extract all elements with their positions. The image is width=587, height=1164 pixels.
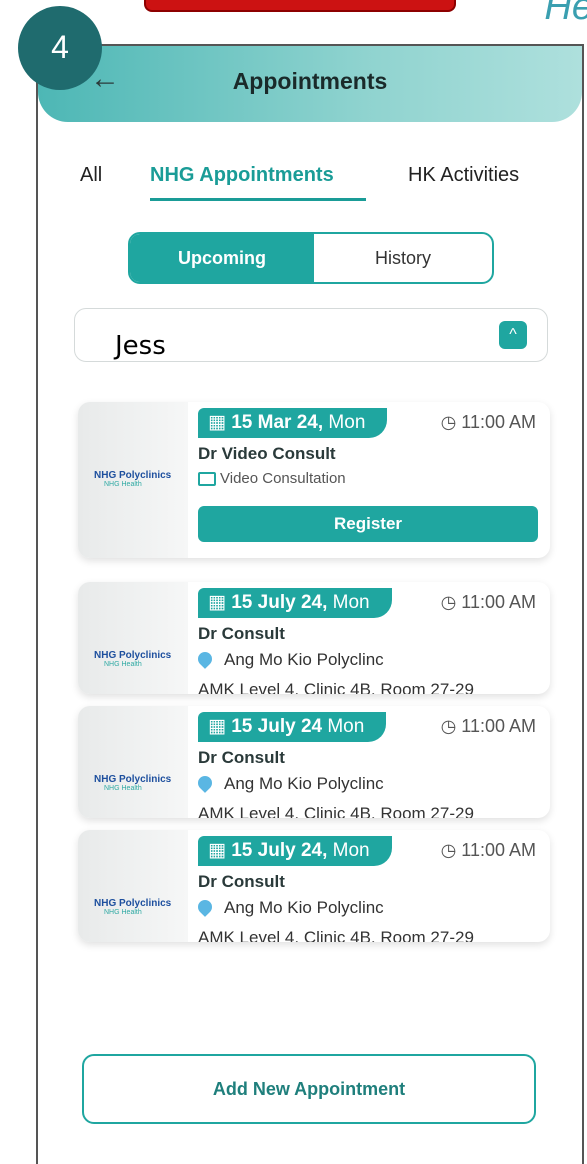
segment-history[interactable]: History [314, 234, 492, 282]
register-button[interactable]: Register [198, 506, 538, 542]
appt-title: Dr Consult [198, 872, 285, 891]
tab-nhg-appointments[interactable]: NHG Appointments [150, 164, 334, 187]
chevron-up-icon[interactable]: ^ [499, 321, 527, 349]
logo-sub: NHG Health [104, 481, 142, 488]
card-logo-panel: NHG Polyclinics NHG Health [78, 402, 188, 558]
time-text: 11:00 AM [461, 592, 536, 612]
time-text: 11:00 AM [461, 840, 536, 860]
appt-date: 15 Mar 24, [231, 412, 324, 433]
card-logo-panel: NHG Polyclinics NHG Health [78, 830, 188, 942]
step-badge: 4 [18, 6, 102, 90]
phone-screen: ← Appointments All NHG Appointments HK A… [36, 44, 584, 1164]
date-pill: ▦ 15 July 24 Mon [198, 712, 387, 742]
appt-room: AMK Level 4, Clinic 4B, Room 27-29 [198, 680, 474, 694]
top-red-tab [144, 0, 456, 12]
segment-upcoming[interactable]: Upcoming [130, 234, 314, 282]
date-pill: ▦ 15 July 24, Mon [198, 836, 392, 866]
card-logo-panel: NHG Polyclinics NHG Health [78, 706, 188, 818]
appt-title: Dr Consult [198, 748, 285, 767]
tab-all[interactable]: All [80, 164, 102, 187]
appt-mode: Video Consultation [198, 470, 346, 487]
appt-date: 15 July 24, [231, 592, 328, 613]
appt-title: Dr Video Consult [198, 444, 336, 463]
appointment-card[interactable]: NHG Polyclinics NHG Health ▦ 15 July 24, … [78, 830, 550, 942]
logo-name: NHG Polyclinics [94, 470, 172, 481]
appt-day: Mon [328, 412, 366, 433]
logo-name: NHG Polyclinics [94, 898, 172, 909]
logo-name: NHG Polyclinics [94, 774, 172, 785]
active-tab-underline [150, 198, 366, 201]
time-text: 11:00 AM [461, 412, 536, 432]
appt-day: Mon [332, 840, 370, 861]
nhg-logo: NHG Polyclinics NHG Health [94, 650, 171, 668]
video-camera-icon [198, 472, 216, 487]
mode-text: Video Consultation [220, 470, 346, 487]
upcoming-history-toggle: Upcoming History [128, 232, 494, 284]
logo-name: NHG Polyclinics [94, 650, 172, 661]
date-pill: ▦ 15 Mar 24, Mon [198, 408, 388, 438]
card-logo-panel: NHG Polyclinics NHG Health [78, 582, 188, 694]
location-pin-icon [195, 773, 215, 793]
patient-dropdown[interactable]: Jess ^ [74, 308, 548, 362]
appt-time: ◷ 11:00 AM [440, 592, 536, 612]
nhg-logo: NHG Polyclinics NHG Health [94, 470, 171, 488]
appt-title: Dr Consult [198, 624, 285, 643]
appt-time: ◷ 11:00 AM [440, 412, 536, 432]
appt-time: ◷ 11:00 AM [440, 716, 536, 736]
appointment-card[interactable]: NHG Polyclinics NHG Health ▦ 15 July 24, … [78, 582, 550, 694]
dropdown-value: Jess [115, 331, 166, 361]
tab-hk-activities[interactable]: HK Activities [408, 164, 519, 187]
appt-location: Ang Mo Kio Polyclinc [224, 650, 384, 669]
appt-day: Mon [332, 592, 370, 613]
logo-sub: NHG Health [104, 909, 142, 916]
appt-date: 15 July 24 [231, 716, 323, 737]
logo-sub: NHG Health [104, 661, 142, 668]
appt-location: Ang Mo Kio Polyclinc [224, 774, 384, 793]
appointment-card[interactable]: NHG Polyclinics NHG Health ▦ 15 July 24 M… [78, 706, 550, 818]
appt-room: AMK Level 4, Clinic 4B, Room 27-29 [198, 804, 474, 818]
add-new-appointment-button[interactable]: Add New Appointment [82, 1054, 536, 1124]
tab-bar: All NHG Appointments HK Activities [38, 164, 582, 204]
location-pin-icon [195, 649, 215, 669]
nhg-logo: NHG Polyclinics NHG Health [94, 774, 171, 792]
time-text: 11:00 AM [461, 716, 536, 736]
appt-date: 15 July 24, [231, 840, 328, 861]
app-header: ← Appointments [38, 46, 582, 122]
logo-sub: NHG Health [104, 785, 142, 792]
appt-time: ◷ 11:00 AM [440, 840, 536, 860]
corner-heading: He [544, 0, 587, 28]
page-title: Appointments [232, 68, 388, 94]
date-pill: ▦ 15 July 24, Mon [198, 588, 392, 618]
appointment-card[interactable]: NHG Polyclinics NHG Health ▦ 15 Mar 24, M… [78, 402, 550, 558]
location-pin-icon [195, 897, 215, 917]
nhg-logo: NHG Polyclinics NHG Health [94, 898, 171, 916]
appt-day: Mon [327, 716, 365, 737]
appt-room: AMK Level 4, Clinic 4B, Room 27-29 [198, 928, 474, 942]
appt-location: Ang Mo Kio Polyclinc [224, 898, 384, 917]
